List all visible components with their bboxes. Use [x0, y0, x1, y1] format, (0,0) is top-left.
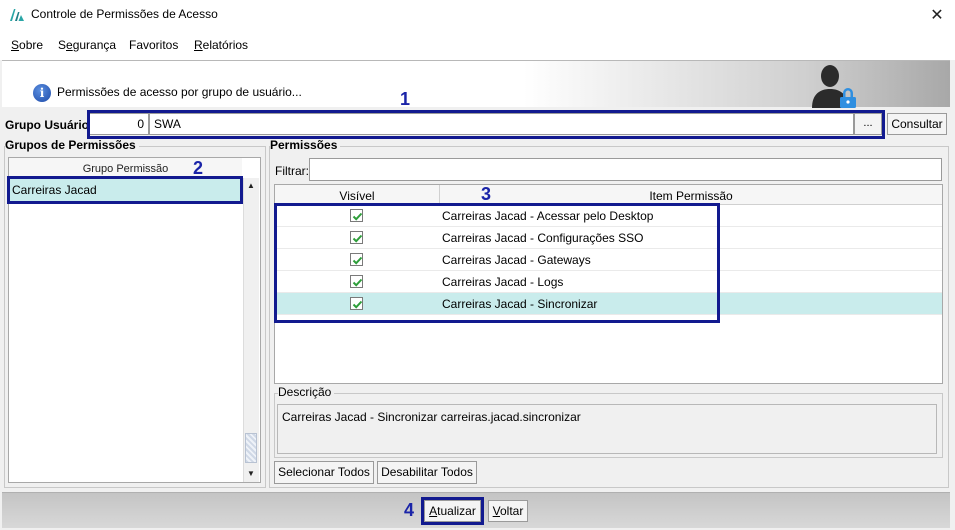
annotation-box-1: [87, 110, 885, 139]
scroll-thumb[interactable]: [245, 433, 257, 463]
column-header-visible[interactable]: Visível: [275, 185, 440, 205]
groups-column-header[interactable]: Grupo Permissão: [9, 158, 242, 177]
window-title: Controle de Permissões de Acesso: [31, 7, 218, 21]
description-title: Descrição: [278, 385, 335, 399]
group-user-label: Grupo Usuário:: [5, 118, 94, 132]
annotation-label-3: 3: [481, 184, 492, 204]
user-lock-icon: [812, 65, 856, 108]
permissions-panel-title: Permissões: [270, 138, 341, 152]
close-icon: ✕: [930, 7, 944, 24]
annotation-box-3: [274, 203, 720, 323]
description-field: Carreiras Jacad - Sincronizar carreiras.…: [277, 404, 937, 454]
filter-input[interactable]: [309, 158, 942, 181]
annotation-label-1: 1: [400, 89, 411, 109]
annotation-box-2: [7, 176, 243, 204]
groups-panel-title: Grupos de Permissões: [5, 138, 139, 152]
app-logo-icon: [10, 9, 24, 21]
disable-all-button[interactable]: Desabilitar Todos: [377, 461, 477, 484]
close-button[interactable]: ✕: [922, 2, 952, 28]
scroll-up-icon[interactable]: ▲: [243, 178, 259, 194]
select-all-button[interactable]: Selecionar Todos: [274, 461, 374, 484]
column-header-item[interactable]: Item Permissão: [440, 185, 942, 205]
menu-item-relatorios[interactable]: Relatórios: [194, 38, 248, 52]
menu-item-favoritos[interactable]: Favoritos: [129, 38, 178, 52]
banner-text: Permissões de acesso por grupo de usuári…: [57, 85, 302, 99]
scroll-down-icon[interactable]: ▼: [243, 466, 259, 482]
filter-label: Filtrar:: [275, 164, 309, 178]
back-button[interactable]: Voltar: [488, 500, 528, 522]
annotation-label-2: 2: [193, 158, 204, 178]
info-icon: i: [33, 84, 51, 102]
groups-list: [8, 157, 261, 483]
annotation-box-4: [421, 497, 484, 525]
menu-bar: Sobre Segurança Favoritos Relatórios: [0, 30, 955, 60]
annotation-label-4: 4: [404, 500, 415, 520]
consult-button[interactable]: Consultar: [887, 113, 947, 135]
menu-item-seguranca[interactable]: Segurança: [58, 38, 116, 52]
menu-item-sobre[interactable]: Sobre: [11, 38, 43, 52]
